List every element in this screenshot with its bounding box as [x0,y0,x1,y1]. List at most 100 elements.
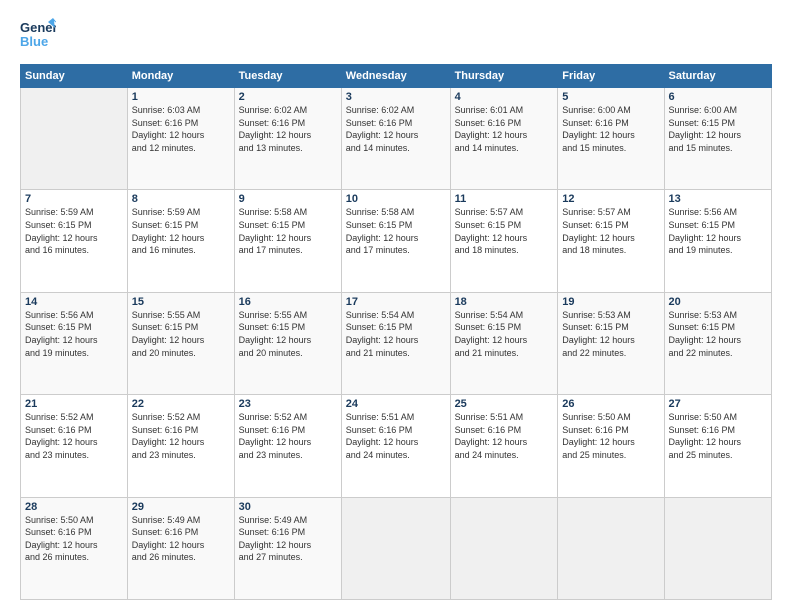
day-info: Sunrise: 5:58 AM Sunset: 6:15 PM Dayligh… [346,206,446,256]
calendar-cell: 18Sunrise: 5:54 AM Sunset: 6:15 PM Dayli… [450,292,558,394]
day-info: Sunrise: 5:49 AM Sunset: 6:16 PM Dayligh… [239,514,337,564]
day-number: 20 [669,296,767,308]
day-info: Sunrise: 5:57 AM Sunset: 6:15 PM Dayligh… [455,206,554,256]
day-number: 23 [239,398,337,410]
day-info: Sunrise: 5:54 AM Sunset: 6:15 PM Dayligh… [455,309,554,359]
calendar-cell: 11Sunrise: 5:57 AM Sunset: 6:15 PM Dayli… [450,190,558,292]
calendar-cell: 26Sunrise: 5:50 AM Sunset: 6:16 PM Dayli… [558,395,664,497]
calendar-header-row: SundayMondayTuesdayWednesdayThursdayFrid… [21,65,772,88]
day-number: 19 [562,296,659,308]
logo-svg: General Blue [20,16,56,54]
day-info: Sunrise: 5:52 AM Sunset: 6:16 PM Dayligh… [132,411,230,461]
day-info: Sunrise: 5:55 AM Sunset: 6:15 PM Dayligh… [132,309,230,359]
calendar-cell [450,497,558,599]
day-number: 7 [25,193,123,205]
calendar-cell: 13Sunrise: 5:56 AM Sunset: 6:15 PM Dayli… [664,190,771,292]
calendar-cell: 21Sunrise: 5:52 AM Sunset: 6:16 PM Dayli… [21,395,128,497]
calendar-cell: 25Sunrise: 5:51 AM Sunset: 6:16 PM Dayli… [450,395,558,497]
calendar-cell: 1Sunrise: 6:03 AM Sunset: 6:16 PM Daylig… [127,88,234,190]
calendar-week-4: 21Sunrise: 5:52 AM Sunset: 6:16 PM Dayli… [21,395,772,497]
day-info: Sunrise: 5:52 AM Sunset: 6:16 PM Dayligh… [25,411,123,461]
page: General Blue SundayMondayTuesdayWednesda… [0,0,792,612]
day-info: Sunrise: 5:51 AM Sunset: 6:16 PM Dayligh… [455,411,554,461]
day-number: 14 [25,296,123,308]
day-number: 13 [669,193,767,205]
calendar-week-1: 1Sunrise: 6:03 AM Sunset: 6:16 PM Daylig… [21,88,772,190]
header: General Blue [20,16,772,54]
weekday-header-saturday: Saturday [664,65,771,88]
calendar-cell: 4Sunrise: 6:01 AM Sunset: 6:16 PM Daylig… [450,88,558,190]
day-info: Sunrise: 5:53 AM Sunset: 6:15 PM Dayligh… [669,309,767,359]
day-info: Sunrise: 6:00 AM Sunset: 6:15 PM Dayligh… [669,104,767,154]
day-info: Sunrise: 5:56 AM Sunset: 6:15 PM Dayligh… [669,206,767,256]
day-number: 16 [239,296,337,308]
day-info: Sunrise: 5:50 AM Sunset: 6:16 PM Dayligh… [25,514,123,564]
calendar-cell: 27Sunrise: 5:50 AM Sunset: 6:16 PM Dayli… [664,395,771,497]
day-info: Sunrise: 5:50 AM Sunset: 6:16 PM Dayligh… [669,411,767,461]
calendar-cell: 12Sunrise: 5:57 AM Sunset: 6:15 PM Dayli… [558,190,664,292]
day-info: Sunrise: 5:55 AM Sunset: 6:15 PM Dayligh… [239,309,337,359]
day-number: 25 [455,398,554,410]
day-info: Sunrise: 5:57 AM Sunset: 6:15 PM Dayligh… [562,206,659,256]
day-number: 22 [132,398,230,410]
day-info: Sunrise: 5:49 AM Sunset: 6:16 PM Dayligh… [132,514,230,564]
calendar-cell: 8Sunrise: 5:59 AM Sunset: 6:15 PM Daylig… [127,190,234,292]
day-info: Sunrise: 6:02 AM Sunset: 6:16 PM Dayligh… [239,104,337,154]
calendar-week-5: 28Sunrise: 5:50 AM Sunset: 6:16 PM Dayli… [21,497,772,599]
calendar-week-3: 14Sunrise: 5:56 AM Sunset: 6:15 PM Dayli… [21,292,772,394]
calendar-cell [558,497,664,599]
day-info: Sunrise: 5:52 AM Sunset: 6:16 PM Dayligh… [239,411,337,461]
day-number: 10 [346,193,446,205]
day-number: 8 [132,193,230,205]
day-info: Sunrise: 6:03 AM Sunset: 6:16 PM Dayligh… [132,104,230,154]
day-info: Sunrise: 5:53 AM Sunset: 6:15 PM Dayligh… [562,309,659,359]
day-number: 11 [455,193,554,205]
calendar-cell: 19Sunrise: 5:53 AM Sunset: 6:15 PM Dayli… [558,292,664,394]
weekday-header-wednesday: Wednesday [341,65,450,88]
calendar-cell: 17Sunrise: 5:54 AM Sunset: 6:15 PM Dayli… [341,292,450,394]
calendar-cell: 15Sunrise: 5:55 AM Sunset: 6:15 PM Dayli… [127,292,234,394]
weekday-header-tuesday: Tuesday [234,65,341,88]
calendar-table: SundayMondayTuesdayWednesdayThursdayFrid… [20,64,772,600]
calendar-cell: 5Sunrise: 6:00 AM Sunset: 6:16 PM Daylig… [558,88,664,190]
day-number: 5 [562,91,659,103]
day-number: 12 [562,193,659,205]
day-info: Sunrise: 5:59 AM Sunset: 6:15 PM Dayligh… [25,206,123,256]
day-info: Sunrise: 5:51 AM Sunset: 6:16 PM Dayligh… [346,411,446,461]
calendar-cell: 9Sunrise: 5:58 AM Sunset: 6:15 PM Daylig… [234,190,341,292]
day-info: Sunrise: 6:00 AM Sunset: 6:16 PM Dayligh… [562,104,659,154]
day-info: Sunrise: 5:59 AM Sunset: 6:15 PM Dayligh… [132,206,230,256]
day-info: Sunrise: 5:54 AM Sunset: 6:15 PM Dayligh… [346,309,446,359]
calendar-cell: 16Sunrise: 5:55 AM Sunset: 6:15 PM Dayli… [234,292,341,394]
calendar-cell: 22Sunrise: 5:52 AM Sunset: 6:16 PM Dayli… [127,395,234,497]
day-number: 9 [239,193,337,205]
day-number: 30 [239,501,337,513]
logo: General Blue [20,16,56,54]
calendar-cell [21,88,128,190]
weekday-header-monday: Monday [127,65,234,88]
day-number: 28 [25,501,123,513]
calendar-cell [664,497,771,599]
calendar-cell: 2Sunrise: 6:02 AM Sunset: 6:16 PM Daylig… [234,88,341,190]
calendar-cell: 30Sunrise: 5:49 AM Sunset: 6:16 PM Dayli… [234,497,341,599]
day-info: Sunrise: 5:50 AM Sunset: 6:16 PM Dayligh… [562,411,659,461]
calendar-cell: 7Sunrise: 5:59 AM Sunset: 6:15 PM Daylig… [21,190,128,292]
day-number: 1 [132,91,230,103]
calendar-cell: 23Sunrise: 5:52 AM Sunset: 6:16 PM Dayli… [234,395,341,497]
day-number: 17 [346,296,446,308]
day-info: Sunrise: 5:58 AM Sunset: 6:15 PM Dayligh… [239,206,337,256]
calendar-cell: 29Sunrise: 5:49 AM Sunset: 6:16 PM Dayli… [127,497,234,599]
day-number: 4 [455,91,554,103]
calendar-cell: 10Sunrise: 5:58 AM Sunset: 6:15 PM Dayli… [341,190,450,292]
day-number: 3 [346,91,446,103]
weekday-header-sunday: Sunday [21,65,128,88]
calendar-cell: 6Sunrise: 6:00 AM Sunset: 6:15 PM Daylig… [664,88,771,190]
weekday-header-friday: Friday [558,65,664,88]
calendar-week-2: 7Sunrise: 5:59 AM Sunset: 6:15 PM Daylig… [21,190,772,292]
calendar-cell: 3Sunrise: 6:02 AM Sunset: 6:16 PM Daylig… [341,88,450,190]
day-number: 26 [562,398,659,410]
weekday-header-thursday: Thursday [450,65,558,88]
day-number: 2 [239,91,337,103]
calendar-cell [341,497,450,599]
day-number: 24 [346,398,446,410]
